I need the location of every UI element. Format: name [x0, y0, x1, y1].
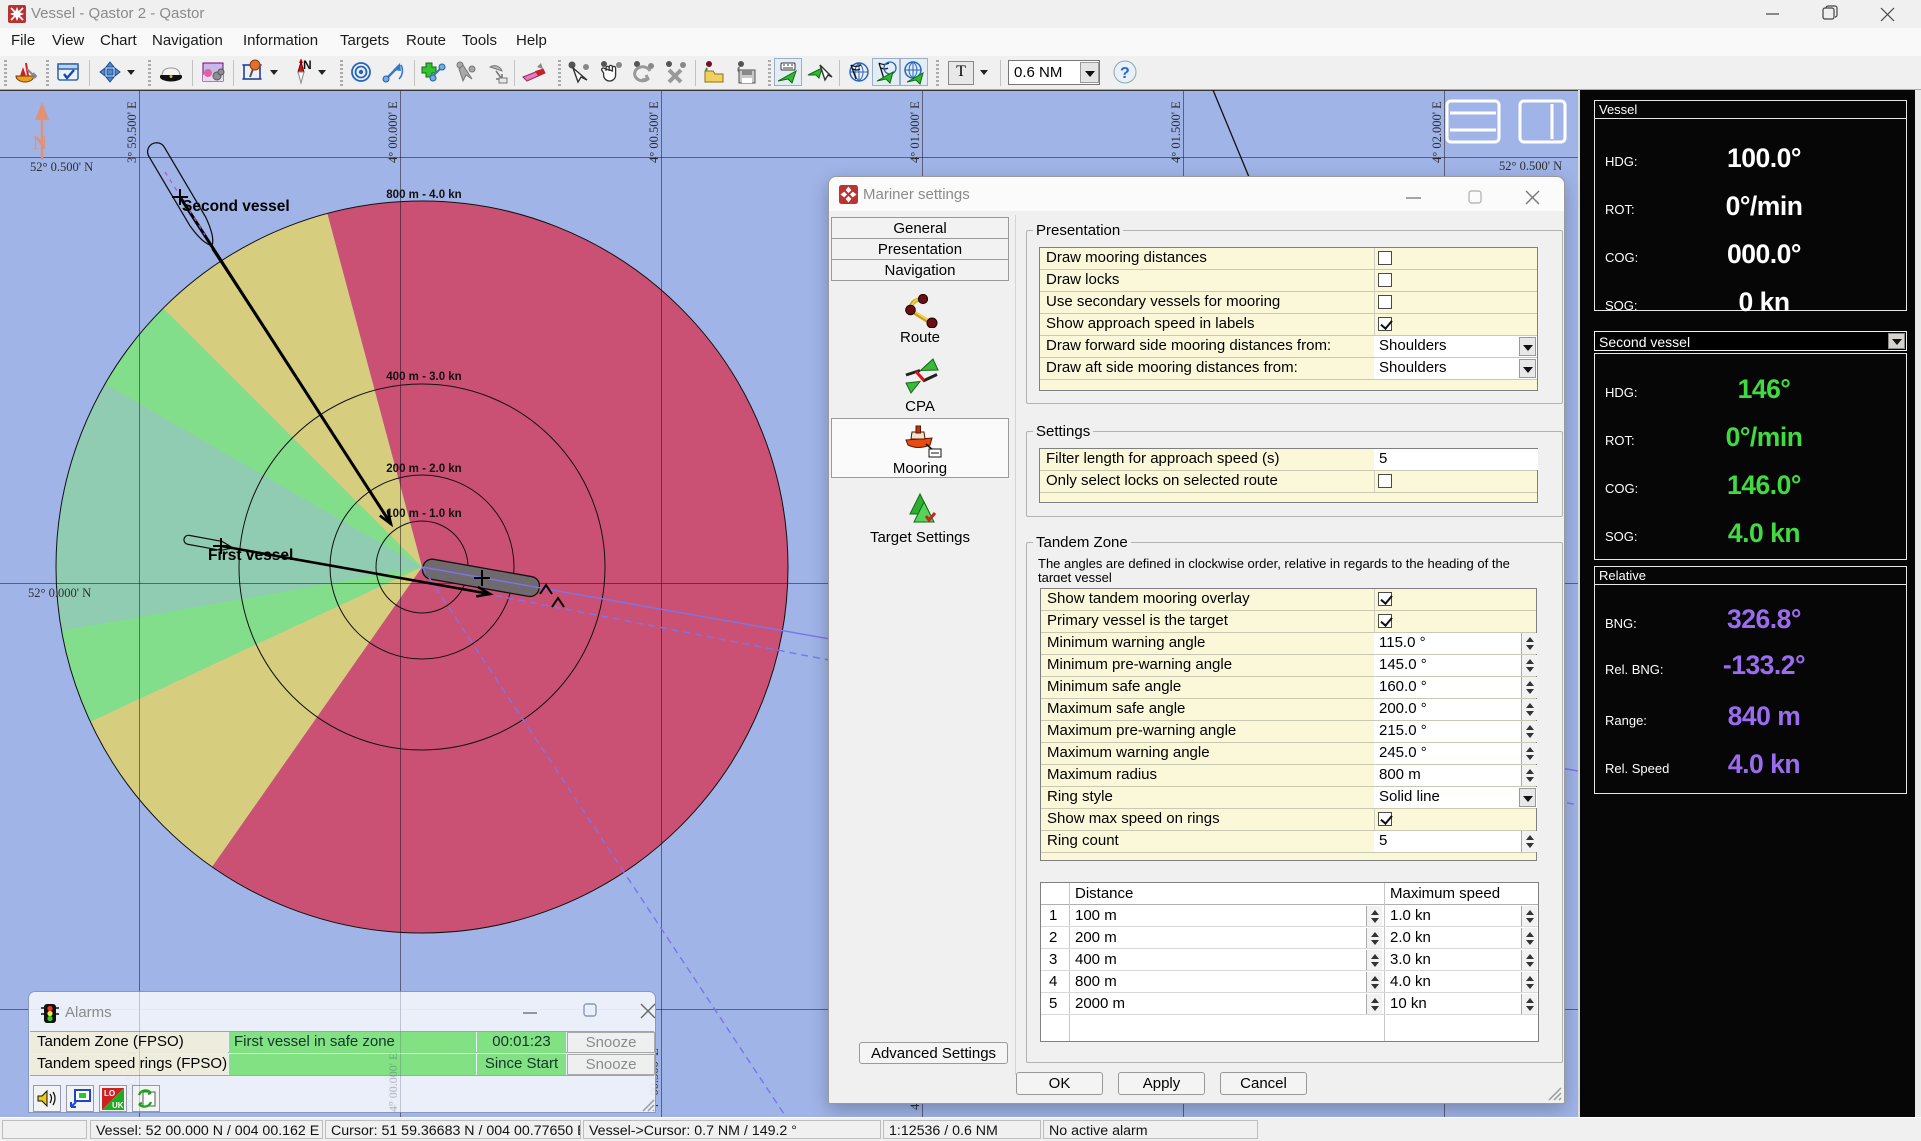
svg-text:400 m - 3.0 kn: 400 m - 3.0 kn — [386, 371, 461, 383]
svg-text:LO: LO — [104, 1089, 115, 1098]
svg-text:200 m - 2.0 kn: 200 m - 2.0 kn — [386, 463, 461, 475]
svg-text:3° 59.500' E: 3° 59.500' E — [125, 101, 139, 163]
svg-text:100 m - 1.0 kn: 100 m - 1.0 kn — [386, 508, 461, 520]
svg-text:4° 01.500' E: 4° 01.500' E — [1169, 101, 1183, 163]
svg-text:4° 02.000' E: 4° 02.000' E — [1430, 101, 1444, 163]
svg-text:4° 01.000' E: 4° 01.000' E — [908, 101, 922, 163]
svg-text:N: N — [33, 133, 47, 154]
svg-text:First vessel: First vessel — [208, 547, 293, 564]
svg-text:52° 0.000' N: 52° 0.000' N — [28, 586, 91, 600]
svg-text:UK: UK — [112, 1101, 124, 1110]
svg-text:4° 00.000' E: 4° 00.000' E — [386, 101, 400, 163]
svg-text:800 m - 4.0 kn: 800 m - 4.0 kn — [386, 189, 461, 201]
svg-text:52° 0.500' N: 52° 0.500' N — [1499, 159, 1562, 173]
svg-text:N: N — [303, 59, 312, 72]
svg-text:52° 0.500' N: 52° 0.500' N — [30, 160, 93, 174]
svg-text:?: ? — [1120, 65, 1130, 82]
svg-text:4° 00.500' E: 4° 00.500' E — [647, 101, 661, 163]
svg-text:Second vessel: Second vessel — [182, 198, 290, 215]
